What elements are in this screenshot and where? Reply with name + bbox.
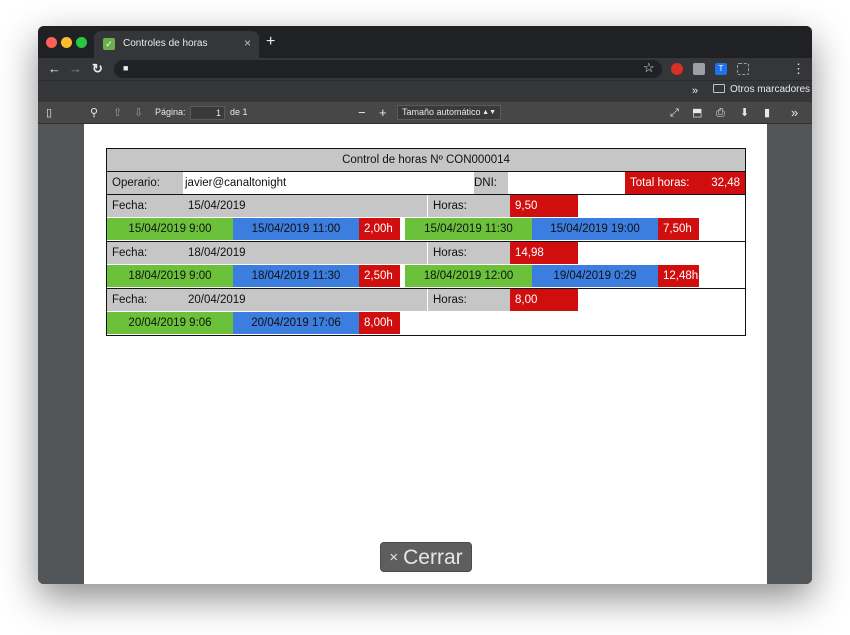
search-icon[interactable]: ⚲ bbox=[90, 105, 98, 121]
forward-button[interactable]: → bbox=[69, 61, 82, 77]
extension-frame-icon[interactable] bbox=[737, 63, 749, 75]
day-header-row: Fecha: 18/04/2019 Horas: 14,98 bbox=[107, 242, 745, 265]
zoom-out-button[interactable]: − bbox=[358, 105, 366, 121]
shift-1-start: 20/04/2019 9:06 bbox=[107, 312, 233, 334]
day-hours-value: 8,00 bbox=[510, 289, 578, 311]
browser-window: ✓ Controles de horas × + ← → ↻ ■ ☆ T ⋮ »… bbox=[38, 26, 812, 584]
date-label: Fecha: bbox=[107, 289, 183, 311]
date-value: 18/04/2019 bbox=[183, 242, 427, 264]
shift-row: 15/04/2019 9:00 15/04/2019 11:00 2,00h 1… bbox=[107, 218, 745, 241]
shift-2-start: 18/04/2019 12:00 bbox=[405, 265, 532, 287]
extension-t-icon[interactable]: T bbox=[715, 63, 727, 75]
new-tab-button[interactable]: + bbox=[266, 33, 275, 51]
shift-1-duration: 2,00h bbox=[359, 218, 400, 240]
close-icon: × bbox=[389, 549, 399, 566]
shift-1-end: 15/04/2019 11:00 bbox=[233, 218, 359, 240]
hours-label: Horas: bbox=[428, 195, 510, 217]
shift-1-end: 20/04/2019 17:06 bbox=[233, 312, 359, 334]
folder-icon bbox=[713, 84, 725, 93]
bookmarks-folder-label: Otros marcadores bbox=[730, 84, 811, 95]
tab-close-icon[interactable]: × bbox=[244, 36, 251, 50]
hours-label: Horas: bbox=[428, 242, 510, 264]
shift-2-end: 15/04/2019 19:00 bbox=[532, 218, 658, 240]
tab-title: Controles de horas bbox=[123, 38, 208, 49]
total-hours-label: Total horas: bbox=[625, 172, 703, 194]
operator-row: Operario: javier@canaltonight DNI: Total… bbox=[107, 172, 745, 195]
tools-overflow-icon[interactable]: » bbox=[791, 105, 798, 121]
day-block: Fecha: 20/04/2019 Horas: 8,00 20/04/2019… bbox=[107, 289, 745, 335]
operator-label: Operario: bbox=[107, 172, 183, 194]
shift-1-start: 15/04/2019 9:00 bbox=[107, 218, 233, 240]
pdf-toolbar: ▯ ⚲ ⇧ ⇩ Página: 1 de 1 − + Tamaño automá… bbox=[38, 102, 812, 124]
bookmarks-bar: » Otros marcadores bbox=[38, 80, 812, 102]
download-icon[interactable]: ⬇ bbox=[740, 105, 749, 121]
tab-controles-de-horas[interactable]: ✓ Controles de horas × bbox=[94, 31, 259, 58]
dni-label: DNI: bbox=[474, 172, 508, 194]
address-bar[interactable]: ■ bbox=[114, 60, 662, 78]
lock-icon: ■ bbox=[123, 63, 129, 73]
shift-1-start: 18/04/2019 9:00 bbox=[107, 265, 233, 287]
pdf-viewer: Control de horas Nº CON000014 Operario: … bbox=[38, 124, 812, 584]
next-page-icon[interactable]: ⇩ bbox=[134, 105, 143, 121]
zoom-in-button[interactable]: + bbox=[379, 105, 387, 121]
tab-bar: ✓ Controles de horas × + bbox=[38, 26, 812, 58]
close-window-button[interactable] bbox=[46, 37, 57, 48]
hours-label: Horas: bbox=[428, 289, 510, 311]
extension-gray-icon[interactable] bbox=[693, 63, 705, 75]
chevron-updown-icon: ▲▼ bbox=[482, 109, 496, 116]
day-block: Fecha: 18/04/2019 Horas: 14,98 18/04/201… bbox=[107, 242, 745, 289]
shift-2-duration: 12,48h bbox=[658, 265, 699, 287]
shift-1-end: 18/04/2019 11:30 bbox=[233, 265, 359, 287]
date-value: 15/04/2019 bbox=[183, 195, 427, 217]
shift-1-duration: 8,00h bbox=[359, 312, 400, 334]
close-button[interactable]: × Cerrar bbox=[380, 542, 472, 572]
print-icon[interactable]: ⎙ bbox=[716, 105, 725, 121]
total-hours-value: 32,48 bbox=[703, 172, 745, 194]
day-header-row: Fecha: 15/04/2019 Horas: 9,50 bbox=[107, 195, 745, 218]
shift-row: 18/04/2019 9:00 18/04/2019 11:30 2,50h 1… bbox=[107, 265, 745, 288]
shift-row: 20/04/2019 9:06 20/04/2019 17:06 8,00h bbox=[107, 312, 745, 335]
day-header-row: Fecha: 20/04/2019 Horas: 8,00 bbox=[107, 289, 745, 312]
page-label: Página: bbox=[155, 107, 186, 117]
browser-toolbar: ← → ↻ ■ ☆ T ⋮ bbox=[38, 58, 812, 80]
date-label: Fecha: bbox=[107, 195, 183, 217]
page-count-label: de 1 bbox=[230, 107, 248, 117]
previous-page-icon[interactable]: ⇧ bbox=[113, 105, 122, 121]
bookmarks-folder-otros[interactable]: Otros marcadores bbox=[713, 84, 810, 95]
maximize-window-button[interactable] bbox=[76, 37, 87, 48]
report-title: Control de horas Nº CON000014 bbox=[107, 149, 745, 172]
page-number-input[interactable]: 1 bbox=[190, 106, 225, 120]
date-label: Fecha: bbox=[107, 242, 183, 264]
hours-report: Control de horas Nº CON000014 Operario: … bbox=[106, 148, 746, 336]
open-file-icon[interactable]: ⬒ bbox=[692, 105, 702, 121]
day-hours-value: 14,98 bbox=[510, 242, 578, 264]
extension-red-icon[interactable] bbox=[671, 63, 683, 75]
favicon-icon: ✓ bbox=[103, 38, 115, 50]
day-block: Fecha: 15/04/2019 Horas: 9,50 15/04/2019… bbox=[107, 195, 745, 242]
bookmark-star-icon[interactable]: ☆ bbox=[643, 60, 655, 76]
back-button[interactable]: ← bbox=[48, 61, 61, 77]
presentation-mode-icon[interactable]: ⤢ bbox=[670, 105, 679, 121]
pdf-page: Control de horas Nº CON000014 Operario: … bbox=[84, 124, 767, 584]
operator-value: javier@canaltonight bbox=[185, 177, 287, 189]
shift-1-duration: 2,50h bbox=[359, 265, 400, 287]
dni-value bbox=[508, 172, 625, 194]
sidebar-toggle-icon[interactable]: ▯ bbox=[46, 105, 52, 121]
shift-2-start: 15/04/2019 11:30 bbox=[405, 218, 532, 240]
reload-button[interactable]: ↻ bbox=[92, 61, 103, 77]
day-hours-value: 9,50 bbox=[510, 195, 578, 217]
date-value: 20/04/2019 bbox=[183, 289, 427, 311]
zoom-select[interactable]: Tamaño automático ▲▼ bbox=[397, 105, 501, 120]
shift-2-duration: 7,50h bbox=[658, 218, 699, 240]
bookmarks-overflow-icon[interactable]: » bbox=[692, 85, 698, 97]
zoom-select-value: Tamaño automático bbox=[402, 107, 481, 117]
shift-2-end: 19/04/2019 0:29 bbox=[532, 265, 658, 287]
minimize-window-button[interactable] bbox=[61, 37, 72, 48]
bookmark-icon[interactable]: ▮ bbox=[764, 105, 770, 121]
close-button-label: Cerrar bbox=[403, 546, 463, 569]
browser-menu-icon[interactable]: ⋮ bbox=[792, 61, 805, 77]
